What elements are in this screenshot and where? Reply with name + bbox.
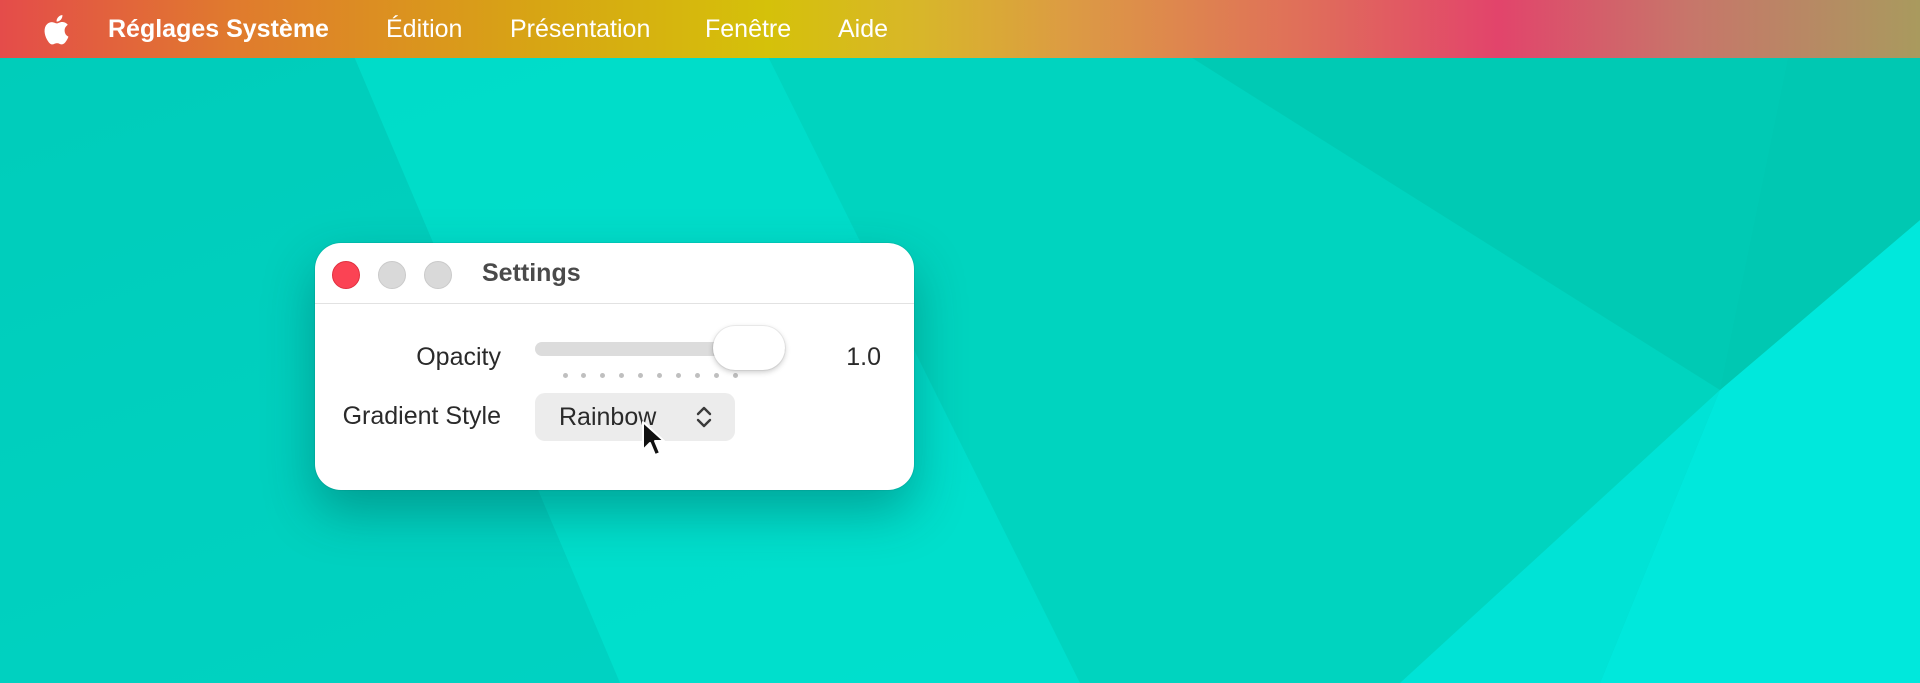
arrow-pointer-icon — [642, 421, 665, 456]
window-title: Settings — [482, 259, 581, 287]
menu-fenetre[interactable]: Fenêtre — [705, 0, 791, 58]
slider-tick — [600, 373, 606, 378]
slider-tick — [581, 373, 587, 378]
slider-tick — [732, 373, 738, 378]
slider-tick — [694, 373, 700, 378]
window-titlebar[interactable]: Settings — [315, 243, 914, 304]
slider-tick — [675, 373, 681, 378]
chevron-updown-icon — [696, 406, 712, 428]
desktop-wallpaper — [0, 0, 1920, 683]
gradient-style-popup-button[interactable]: Rainbow — [535, 393, 735, 441]
slider-tick — [638, 373, 644, 378]
opacity-value: 1.0 — [846, 343, 881, 371]
menu-presentation[interactable]: Présentation — [510, 0, 650, 58]
apple-logo-icon[interactable] — [40, 13, 70, 46]
slider-tick — [656, 373, 662, 378]
menu-edition[interactable]: Édition — [386, 0, 462, 58]
menu-bar: Réglages Système Édition Présentation Fe… — [0, 0, 1920, 58]
minimize-button[interactable] — [378, 261, 406, 289]
slider-tick — [619, 373, 625, 378]
zoom-button[interactable] — [424, 261, 452, 289]
slider-tick — [713, 373, 719, 378]
menu-app-name[interactable]: Réglages Système — [108, 0, 329, 58]
settings-window: Settings Opacity 1.0 Gradient Style Rain… — [315, 243, 914, 490]
close-button[interactable] — [332, 261, 360, 289]
opacity-label: Opacity — [416, 343, 501, 371]
gradient-style-label: Gradient Style — [342, 402, 501, 430]
desktop: Réglages Système Édition Présentation Fe… — [0, 0, 1920, 683]
slider-tick — [562, 373, 568, 378]
menu-aide[interactable]: Aide — [838, 0, 888, 58]
slider-knob[interactable] — [713, 326, 785, 370]
opacity-slider[interactable] — [535, 324, 789, 378]
